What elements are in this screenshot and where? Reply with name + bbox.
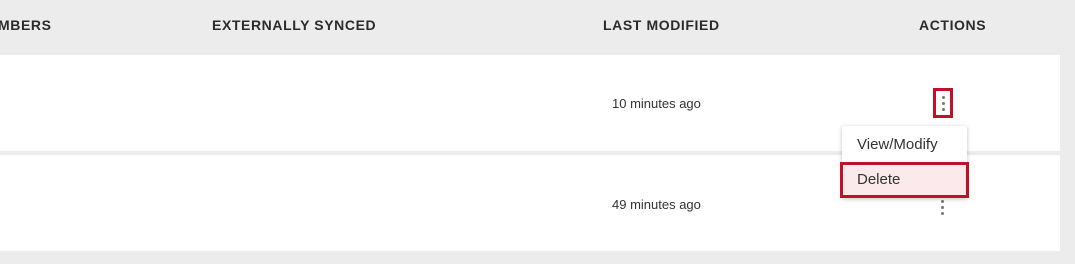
column-header-members[interactable]: MBERS [0, 17, 52, 33]
more-vertical-icon [940, 205, 944, 209]
row-actions-button[interactable] [933, 88, 953, 118]
menu-item-delete[interactable]: Delete [840, 162, 969, 198]
menu-item-view-modify[interactable]: View/Modify [842, 127, 967, 163]
last-modified-cell: 49 minutes ago [612, 197, 701, 212]
column-header-externally-synced[interactable]: EXTERNALLY SYNCED [212, 17, 376, 33]
actions-dropdown-menu: View/Modify Delete [840, 126, 969, 198]
more-vertical-icon [941, 95, 945, 99]
table-header: MBERS EXTERNALLY SYNCED LAST MODIFIED AC… [0, 0, 1075, 54]
row-actions-button[interactable] [938, 195, 946, 219]
more-vertical-icon [940, 199, 944, 203]
more-vertical-icon [940, 211, 944, 215]
column-header-last-modified[interactable]: LAST MODIFIED [603, 17, 720, 33]
more-vertical-icon [941, 101, 945, 105]
last-modified-cell: 10 minutes ago [612, 96, 701, 111]
column-header-actions: ACTIONS [919, 17, 987, 33]
more-vertical-icon [941, 107, 945, 111]
